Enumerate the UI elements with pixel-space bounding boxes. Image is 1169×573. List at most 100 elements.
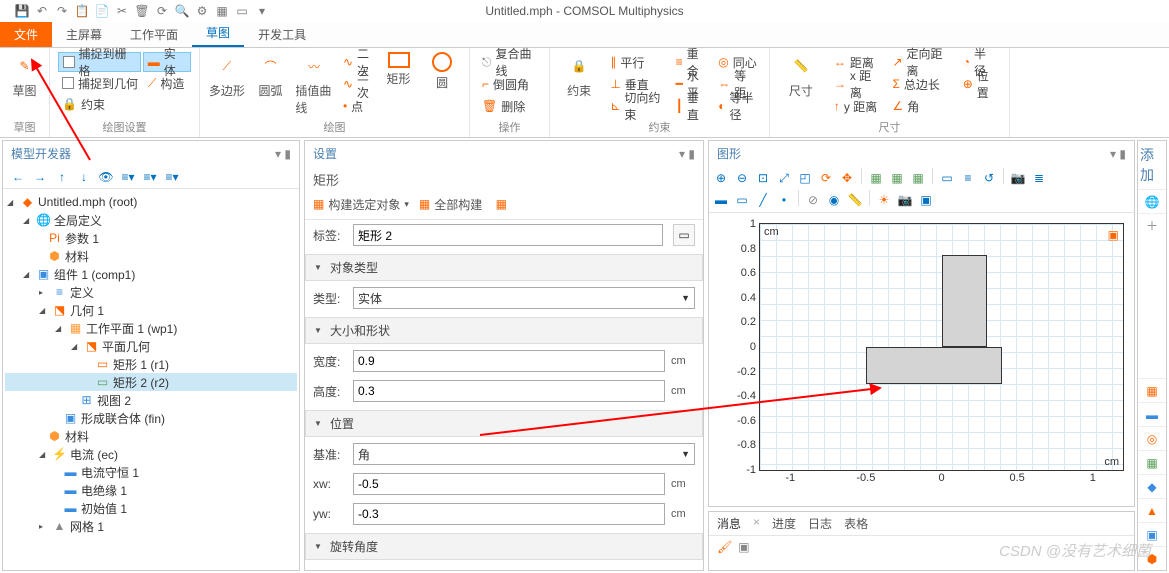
fillet-button[interactable]: ⌐倒圆角 — [478, 74, 541, 94]
section-position[interactable]: ▼位置 — [305, 410, 703, 437]
show-icon[interactable]: 👁 — [97, 168, 115, 186]
tree-rect2[interactable]: ▭矩形 2 (r2) — [5, 373, 297, 391]
side-icon-5[interactable]: ◆ — [1138, 474, 1166, 498]
boundary-icon[interactable]: ▭ — [732, 190, 752, 210]
type-select[interactable]: 实体▼ — [353, 287, 695, 309]
tab-home[interactable]: 主屏幕 — [52, 22, 116, 47]
tree-definitions[interactable]: ▸≡定义 — [5, 283, 297, 301]
view-xy-icon[interactable]: ▦ — [866, 168, 886, 188]
side-icon-2[interactable]: ▬ — [1138, 402, 1166, 426]
nav-back-icon[interactable]: ← — [9, 168, 27, 186]
point-icon[interactable]: • — [774, 190, 794, 210]
edge-icon[interactable]: ╱ — [753, 190, 773, 210]
brush-icon[interactable]: 🖌 — [717, 540, 732, 554]
zoom-extents-icon[interactable]: ⤢ — [774, 168, 794, 188]
point-button[interactable]: •点 — [339, 96, 374, 116]
circle-button[interactable]: 圆 — [423, 52, 461, 91]
extra-icon[interactable]: ▦ — [492, 195, 510, 213]
label-ext-button[interactable]: ▭ — [673, 224, 695, 246]
refresh-icon[interactable]: ⟳ — [154, 3, 170, 19]
tab-messages[interactable]: 消息 — [717, 515, 741, 532]
domain-icon[interactable]: ▬ — [711, 190, 731, 210]
label-input[interactable] — [353, 224, 663, 246]
settings-icon[interactable]: ⚙ — [194, 3, 210, 19]
select-icon[interactable]: ▭ — [937, 168, 957, 188]
tab-table[interactable]: 表格 — [844, 515, 868, 532]
camera-icon[interactable]: 📷 — [1008, 168, 1028, 188]
xw-input[interactable] — [353, 473, 665, 495]
zoom-sel-icon[interactable]: ◰ — [795, 168, 815, 188]
width-input[interactable] — [353, 350, 665, 372]
section-rotation[interactable]: ▼旋转角度 — [305, 533, 703, 560]
panel-menu-icon[interactable]: ▾ ▮ — [275, 147, 291, 161]
interp-button[interactable]: 〰插值曲线 — [295, 52, 333, 116]
ydist-button[interactable]: ↑y 距离 — [830, 96, 883, 116]
cubic-button[interactable]: ∿三次 — [339, 74, 374, 94]
tree-current-cons[interactable]: ▬电流守恒 1 — [5, 463, 297, 481]
side-icon-4[interactable]: ▦ — [1138, 450, 1166, 474]
light-icon[interactable]: ☀ — [874, 190, 894, 210]
construct-toggle[interactable]: ⟋构造 — [144, 73, 188, 93]
equirad-button[interactable]: ◐等半径 — [714, 96, 761, 116]
shape-矩形 2[interactable] — [866, 347, 1002, 384]
side-icon-8[interactable]: ⬢ — [1138, 546, 1166, 570]
cut-icon[interactable]: ✂ — [114, 3, 130, 19]
tree-global[interactable]: ◢🌐全局定义 — [5, 211, 297, 229]
side-icon-7[interactable]: ▣ — [1138, 522, 1166, 546]
zoom-out-icon[interactable]: ⊖ — [732, 168, 752, 188]
tree-view[interactable]: ⊞视图 2 — [5, 391, 297, 409]
list-icon[interactable]: ≡ — [958, 168, 978, 188]
side-icon-3[interactable]: ◎ — [1138, 426, 1166, 450]
tree-rect1[interactable]: ▭矩形 1 (r1) — [5, 355, 297, 373]
undo-icon[interactable]: ↶ — [34, 3, 50, 19]
view-yz-icon[interactable]: ▦ — [887, 168, 907, 188]
tree-mesh[interactable]: ▸▲网格 1 — [5, 517, 297, 535]
panel-menu-icon[interactable]: ▾ ▮ — [679, 147, 695, 161]
panel-menu-icon[interactable]: ▾ ▮ — [1110, 147, 1126, 161]
copy-icon[interactable]: 📋 — [74, 3, 90, 19]
tree-root[interactable]: ◢◆Untitled.mph (root) — [5, 193, 297, 211]
print-icon[interactable]: ≣ — [1029, 168, 1049, 188]
tree-workplane[interactable]: ◢▦工作平面 1 (wp1) — [5, 319, 297, 337]
tab-log[interactable]: 日志 — [808, 515, 832, 532]
side-icon-6[interactable]: ▲ — [1138, 498, 1166, 522]
nav-down-icon[interactable]: ↓ — [75, 168, 93, 186]
nav-fwd-icon[interactable]: → — [31, 168, 49, 186]
show-icon[interactable]: ◉ — [824, 190, 844, 210]
vertical2-button[interactable]: ┃垂直 — [672, 96, 709, 116]
snapshot-icon[interactable]: 📷 — [895, 190, 915, 210]
window-icon[interactable]: ▭ — [234, 3, 250, 19]
layers-icon[interactable]: ▦ — [214, 3, 230, 19]
record-icon[interactable]: ▣ — [916, 190, 936, 210]
view-xz-icon[interactable]: ▦ — [908, 168, 928, 188]
move-icon[interactable]: ✥ — [837, 168, 857, 188]
tree-materials[interactable]: ⬢材料 — [5, 427, 297, 445]
polygon-button[interactable]: ⟋多边形 — [208, 52, 246, 99]
shape-矩形 1[interactable] — [942, 255, 987, 347]
rotate-icon[interactable]: ⟳ — [816, 168, 836, 188]
composite-button[interactable]: ⎋复合曲线 — [478, 52, 541, 72]
list-icon[interactable]: ≡▾ — [163, 168, 181, 186]
angle-button[interactable]: ∠角 — [888, 96, 952, 116]
section-object-type[interactable]: ▼对象类型 — [305, 254, 703, 281]
add-plus-icon[interactable]: ＋ — [1138, 213, 1166, 237]
paste-icon[interactable]: 📄 — [94, 3, 110, 19]
tree-params[interactable]: Pi参数 1 — [5, 229, 297, 247]
copy-icon[interactable]: ▣ — [738, 540, 749, 554]
tree-current[interactable]: ◢⚡电流 (ec) — [5, 445, 297, 463]
parallel-button[interactable]: ∥平行 — [606, 52, 665, 72]
snap-geom-toggle[interactable]: 捕捉到几何 — [58, 73, 142, 93]
constraint-button[interactable]: 🔒约束 — [558, 52, 600, 99]
tab-progress[interactable]: 进度 — [772, 515, 796, 532]
yw-input[interactable] — [353, 503, 665, 525]
side-icon-1[interactable]: ▦ — [1138, 378, 1166, 402]
tree-component[interactable]: ◢▣组件 1 (comp1) — [5, 265, 297, 283]
hide-icon[interactable]: ⊘ — [803, 190, 823, 210]
plot-area[interactable]: cm cm ▣ 10.80.60.40.20-0.2-0.4-0.6-0.8-1… — [709, 213, 1134, 506]
collapse-icon[interactable]: ≡▾ — [141, 168, 159, 186]
reset-icon[interactable]: ↺ — [979, 168, 999, 188]
base-select[interactable]: 角▼ — [353, 443, 695, 465]
tree-union[interactable]: ▣形成联合体 (fin) — [5, 409, 297, 427]
measure-icon[interactable]: 📏 — [845, 190, 865, 210]
zoom-in-icon[interactable]: ⊕ — [711, 168, 731, 188]
